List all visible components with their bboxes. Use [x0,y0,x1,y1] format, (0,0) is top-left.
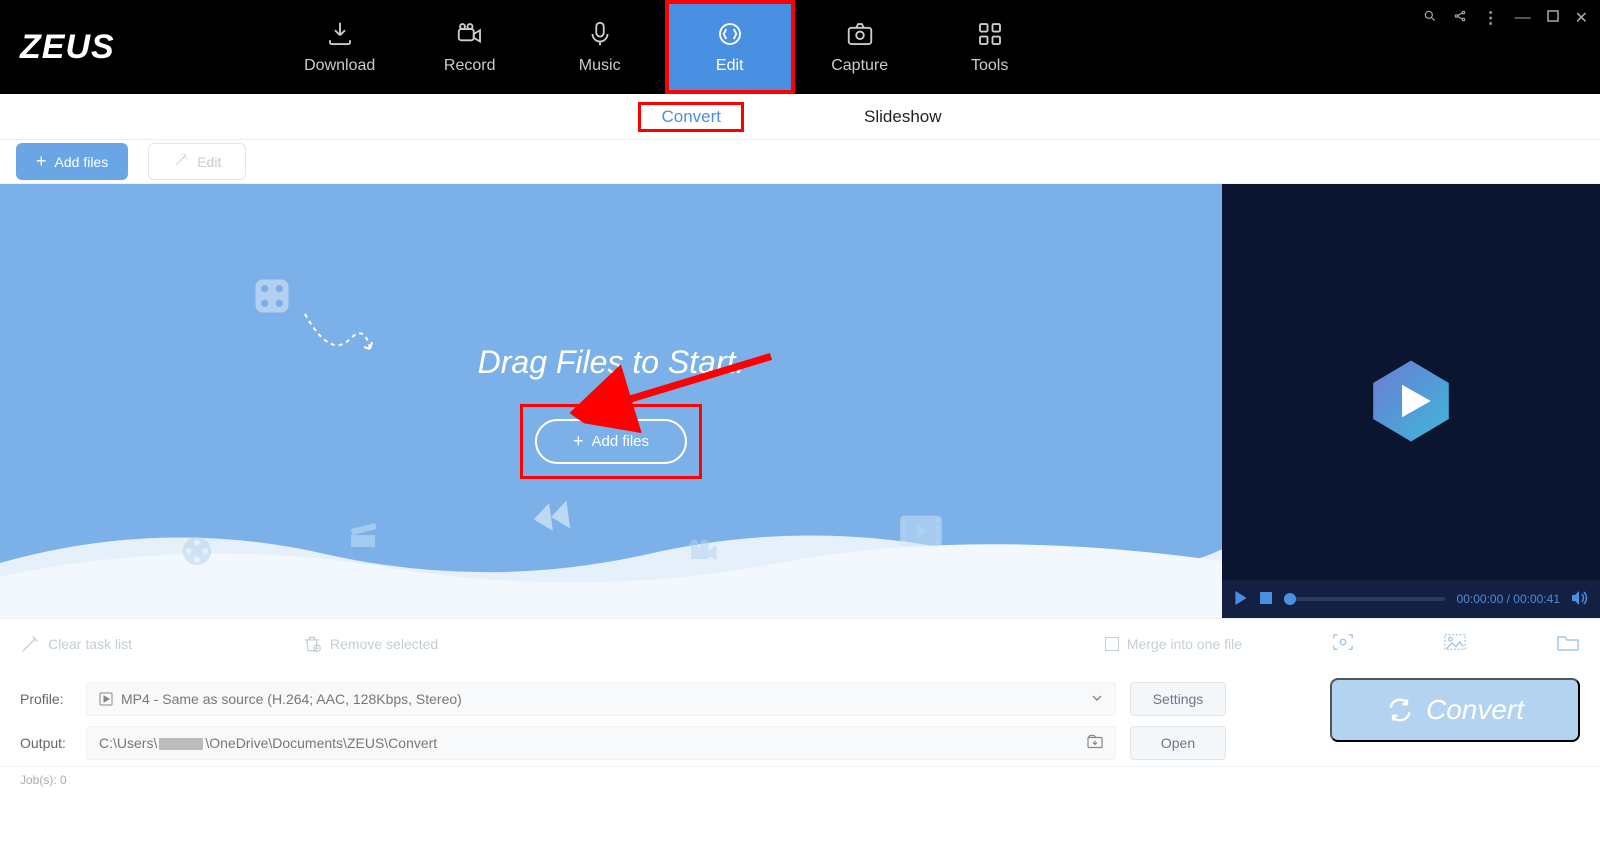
broom-icon [20,634,40,654]
edit-icon [715,19,745,49]
camera-icon [685,532,721,568]
nav-capture-label: Capture [831,57,888,75]
chevron-down-icon [1091,691,1103,707]
nav-edit[interactable]: Edit [665,0,795,94]
output-label: Output: [20,735,72,751]
edit-label: Edit [197,154,221,170]
checkbox-icon[interactable] [1105,637,1119,651]
tools-icon [975,19,1005,49]
nav-edit-label: Edit [716,57,744,75]
folder-icon[interactable] [1556,633,1580,654]
close-button[interactable]: ✕ [1575,8,1588,28]
preview-controls: 00:00:00 / 00:00:41 [1222,580,1600,618]
subtab-convert[interactable]: Convert [638,102,744,132]
film-icon [180,534,214,568]
convert-button[interactable]: Convert [1330,678,1580,742]
clapper-icon [345,517,381,553]
plus-icon: + [36,151,47,172]
volume-button[interactable] [1572,591,1588,608]
search-icon[interactable] [1423,9,1437,28]
capture-icon [845,19,875,49]
plus-icon: + [573,431,584,452]
nav-download[interactable]: Download [275,0,405,94]
convert-icon [1386,696,1414,724]
snapshot-icon[interactable] [1332,632,1354,655]
wand-icon [173,152,189,171]
nav-capture[interactable]: Capture [795,0,925,94]
nav-music[interactable]: Music [535,0,665,94]
nav-download-label: Download [304,57,375,75]
play-button[interactable] [1234,591,1248,608]
share-icon[interactable] [1453,9,1467,28]
seek-thumb[interactable] [1284,593,1296,605]
nav-record-label: Record [444,57,496,75]
nav-record[interactable]: Record [405,0,535,94]
lower-toolbar: Clear task list Remove selected Merge in… [0,618,1600,668]
file-toolbar: + Add files Edit [0,140,1600,184]
save-location-icon[interactable] [1087,735,1103,752]
swirl-arrow-icon [300,309,380,374]
deco-icons [0,518,1222,578]
jobs-count: Job(s): 0 [20,773,67,787]
nav-tools-label: Tools [971,57,1008,75]
titlebar: ZEUS Download Record Music Edit Capture … [0,0,1600,94]
remove-label: Remove selected [330,636,438,652]
time-display: 00:00:00 / 00:00:41 [1457,592,1560,606]
rewind-icon [530,501,572,533]
window-controls: ⋮ — ✕ [1423,8,1588,28]
download-icon [325,19,355,49]
preview-panel: 00:00:00 / 00:00:41 [1222,184,1600,618]
seek-slider[interactable] [1284,597,1445,601]
settings-button[interactable]: Settings [1130,682,1226,716]
record-icon [455,19,485,49]
output-value: C:\Users\\OneDrive\Documents\ZEUS\Conver… [99,735,437,751]
remove-selected[interactable]: Remove selected [302,634,438,654]
clear-label: Clear task list [48,636,132,652]
app-logo: ZEUS [20,28,115,67]
video-icon [900,514,942,548]
util-icons [1332,632,1580,655]
profile-value: MP4 - Same as source (H.264; AAC, 128Kbp… [121,691,462,707]
clear-task-list[interactable]: Clear task list [20,634,132,654]
add-files-label: Add files [55,154,109,170]
preview-play-logo [1366,356,1456,446]
minimize-button[interactable]: — [1515,9,1531,27]
add-files-button[interactable]: + Add files [16,143,128,180]
profile-label: Profile: [20,691,72,707]
open-button[interactable]: Open [1130,726,1226,760]
nav-music-label: Music [579,57,621,75]
main-nav: Download Record Music Edit Capture Tools [275,0,1055,94]
maximize-button[interactable] [1547,9,1559,27]
dropzone[interactable]: Drag Files to Start. + Add files [0,184,1222,618]
redacted-username [159,738,203,750]
status-bar: Job(s): 0 [0,766,1600,792]
merge-checkbox-wrap[interactable]: Merge into one file [1105,636,1242,652]
stop-button[interactable] [1260,592,1272,607]
video-format-icon [99,692,113,706]
menu-icon[interactable]: ⋮ [1483,8,1499,28]
subtab-slideshow[interactable]: Slideshow [844,103,962,131]
nav-tools[interactable]: Tools [925,0,1055,94]
merge-label: Merge into one file [1127,636,1242,652]
settings-rows: Profile: MP4 - Same as source (H.264; AA… [0,668,1600,766]
subtabs: Convert Slideshow [0,94,1600,140]
trash-icon [302,634,322,654]
image-icon[interactable] [1444,633,1466,654]
edit-button[interactable]: Edit [148,143,246,180]
convert-label: Convert [1426,694,1524,726]
music-icon [585,19,615,49]
profile-select[interactable]: MP4 - Same as source (H.264; AAC, 128Kbp… [86,682,1116,716]
main-area: Drag Files to Start. + Add files [0,184,1600,618]
film-reel-icon [250,274,294,323]
output-path-field[interactable]: C:\Users\\OneDrive\Documents\ZEUS\Conver… [86,726,1116,760]
